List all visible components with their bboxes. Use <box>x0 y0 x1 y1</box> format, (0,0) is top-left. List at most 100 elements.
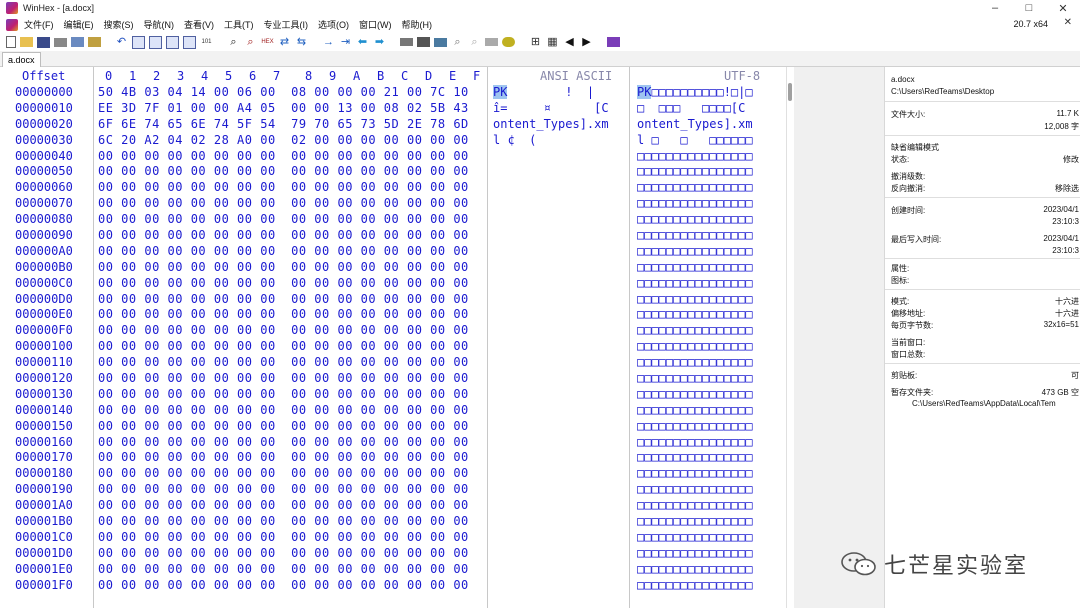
hex-row[interactable]: 00000170 00 00 00 00 00 00 00 00 00 00 00… <box>0 450 786 466</box>
row-hex-bytes[interactable]: 00 00 00 00 00 00 00 00 00 00 00 00 00 0… <box>98 323 469 339</box>
menu-options[interactable]: 选项(O) <box>318 18 349 31</box>
row-hex-bytes[interactable]: 50 4B 03 04 14 00 06 00 08 00 00 00 21 0… <box>98 85 469 101</box>
row-utf8-text[interactable]: □□□□□□□□□□□□□□□□ <box>637 546 753 562</box>
row-hex-bytes[interactable]: 6C 20 A2 04 02 28 A0 00 02 00 00 00 00 0… <box>98 133 469 149</box>
hex-row[interactable]: 00000000 50 4B 03 04 14 00 06 00 08 00 00… <box>0 85 786 101</box>
undo-icon[interactable]: ↶ <box>115 36 128 49</box>
row-hex-bytes[interactable]: 00 00 00 00 00 00 00 00 00 00 00 00 00 0… <box>98 180 469 196</box>
row-utf8-text[interactable]: □□□□□□□□□□□□□□□□ <box>637 530 753 546</box>
row-hex-bytes[interactable]: 00 00 00 00 00 00 00 00 00 00 00 00 00 0… <box>98 514 469 530</box>
row-hex-bytes[interactable]: 00 00 00 00 00 00 00 00 00 00 00 00 00 0… <box>98 546 469 562</box>
row-utf8-text[interactable]: □□□□□□□□□□□□□□□□ <box>637 562 753 578</box>
replace-text-icon[interactable]: HEX <box>261 36 274 49</box>
row-utf8-text[interactable]: □□□□□□□□□□□□□□□□ <box>637 276 753 292</box>
hex-row[interactable]: 000001C0 00 00 00 00 00 00 00 00 00 00 00… <box>0 530 786 546</box>
row-utf8-text[interactable]: □□□□□□□□□□□□□□□□ <box>637 244 753 260</box>
row-hex-bytes[interactable]: 00 00 00 00 00 00 00 00 00 00 00 00 00 0… <box>98 450 469 466</box>
open-folder-icon[interactable] <box>20 37 33 47</box>
row-utf8-text[interactable]: l □ □ □□□□□□ <box>637 133 753 149</box>
menu-file[interactable]: 文件(F) <box>24 18 54 31</box>
hex-row[interactable]: 000000C0 00 00 00 00 00 00 00 00 00 00 00… <box>0 276 786 292</box>
row-utf8-text[interactable]: □□□□□□□□□□□□□□□□ <box>637 419 753 435</box>
hex-row[interactable]: 000001E0 00 00 00 00 00 00 00 00 00 00 00… <box>0 562 786 578</box>
row-utf8-text[interactable]: □□□□□□□□□□□□□□□□ <box>637 292 753 308</box>
row-hex-bytes[interactable]: 00 00 00 00 00 00 00 00 00 00 00 00 00 0… <box>98 578 469 594</box>
hex-row[interactable]: 000000B0 00 00 00 00 00 00 00 00 00 00 00… <box>0 260 786 276</box>
print-icon[interactable] <box>54 37 67 47</box>
row-utf8-text[interactable]: □□□□□□□□□□□□□□□□ <box>637 578 753 594</box>
row-hex-bytes[interactable]: 00 00 00 00 00 00 00 00 00 00 00 00 00 0… <box>98 307 469 323</box>
new-file-icon[interactable] <box>6 36 16 48</box>
hex-row[interactable]: 00000040 00 00 00 00 00 00 00 00 00 00 00… <box>0 149 786 165</box>
row-utf8-text[interactable]: □□□□□□□□□□□□□□□□ <box>637 355 753 371</box>
row-utf8-text[interactable]: □□□□□□□□□□□□□□□□ <box>637 323 753 339</box>
hex-row[interactable]: 00000090 00 00 00 00 00 00 00 00 00 00 00… <box>0 228 786 244</box>
hex-row[interactable]: 00000030 6C 20 A2 04 02 28 A0 00 02 00 00… <box>0 133 786 149</box>
play-left-icon[interactable]: ◀ <box>563 36 576 49</box>
menu-pro-tools[interactable]: 专业工具(I) <box>264 18 309 31</box>
save-icon[interactable] <box>37 36 50 48</box>
menu-edit[interactable]: 编辑(E) <box>64 18 94 31</box>
play-right-icon[interactable]: ▶ <box>580 36 593 49</box>
row-utf8-text[interactable]: □□□□□□□□□□□□□□□□ <box>637 450 753 466</box>
row-hex-bytes[interactable]: 00 00 00 00 00 00 00 00 00 00 00 00 00 0… <box>98 371 469 387</box>
calculator-icon[interactable] <box>417 37 430 47</box>
menu-tools[interactable]: 工具(T) <box>224 18 254 31</box>
row-hex-bytes[interactable]: 00 00 00 00 00 00 00 00 00 00 00 00 00 0… <box>98 164 469 180</box>
row-utf8-text[interactable]: □□□□□□□□□□□□□□□□ <box>637 403 753 419</box>
close-button[interactable]: ✕ <box>1046 0 1080 16</box>
row-utf8-text[interactable]: □□□□□□□□□□□□□□□□ <box>637 164 753 180</box>
row-hex-bytes[interactable]: 00 00 00 00 00 00 00 00 00 00 00 00 00 0… <box>98 482 469 498</box>
row-hex-bytes[interactable]: 00 00 00 00 00 00 00 00 00 00 00 00 00 0… <box>98 212 469 228</box>
minimize-button[interactable]: – <box>978 0 1012 16</box>
menu-help[interactable]: 帮助(H) <box>402 18 433 31</box>
row-utf8-text[interactable]: □□□□□□□□□□□□□□□□ <box>637 466 753 482</box>
ram-editor-icon[interactable] <box>400 38 413 46</box>
hex-row[interactable]: 00000010 EE 3D 7F 01 00 00 A4 05 00 00 13… <box>0 101 786 117</box>
hex-row[interactable]: 00000070 00 00 00 00 00 00 00 00 00 00 00… <box>0 196 786 212</box>
zoom-icon[interactable] <box>434 37 447 47</box>
paste-icon[interactable] <box>166 35 179 49</box>
row-hex-bytes[interactable]: 00 00 00 00 00 00 00 00 00 00 00 00 00 0… <box>98 260 469 276</box>
hex-row[interactable]: 00000190 00 00 00 00 00 00 00 00 00 00 00… <box>0 482 786 498</box>
data-interpreter-icon[interactable] <box>485 38 498 46</box>
hex-row[interactable]: 000001B0 00 00 00 00 00 00 00 00 00 00 00… <box>0 514 786 530</box>
row-hex-bytes[interactable]: 00 00 00 00 00 00 00 00 00 00 00 00 00 0… <box>98 419 469 435</box>
hex-editor[interactable]: Offset 0 1 2 3 4 5 6 7 8 9 A B C D E F A… <box>0 67 786 608</box>
row-utf8-text[interactable]: □□□□□□□□□□□□□□□□ <box>637 435 753 451</box>
properties-icon[interactable] <box>71 37 84 47</box>
disk-editor-icon[interactable]: ➡ <box>373 36 386 49</box>
row-utf8-text[interactable]: □□□□□□□□□□□□□□□□ <box>637 307 753 323</box>
find-hex-icon[interactable]: ⌕ <box>244 36 257 49</box>
row-utf8-text[interactable]: □□□□□□□□□□□□□□□□ <box>637 196 753 212</box>
row-hex-bytes[interactable]: 00 00 00 00 00 00 00 00 00 00 00 00 00 0… <box>98 355 469 371</box>
row-hex-bytes[interactable]: EE 3D 7F 01 00 00 A4 05 00 00 13 00 08 0… <box>98 101 469 117</box>
row-hex-bytes[interactable]: 00 00 00 00 00 00 00 00 00 00 00 00 00 0… <box>98 466 469 482</box>
vertical-scrollbar[interactable] <box>786 67 794 608</box>
goto-sector-icon[interactable]: → <box>322 36 335 49</box>
row-hex-bytes[interactable]: 00 00 00 00 00 00 00 00 00 00 00 00 00 0… <box>98 276 469 292</box>
hex-row[interactable]: 000000A0 00 00 00 00 00 00 00 00 00 00 00… <box>0 244 786 260</box>
hex-row[interactable]: 00000060 00 00 00 00 00 00 00 00 00 00 00… <box>0 180 786 196</box>
hex-row[interactable]: 00000080 00 00 00 00 00 00 00 00 00 00 00… <box>0 212 786 228</box>
menu-view[interactable]: 查看(V) <box>184 18 214 31</box>
hex-row[interactable]: 00000140 00 00 00 00 00 00 00 00 00 00 00… <box>0 403 786 419</box>
hex-row[interactable]: 00000100 00 00 00 00 00 00 00 00 00 00 00… <box>0 339 786 355</box>
bookmark-icon[interactable]: ⌕ <box>451 36 464 49</box>
row-utf8-text[interactable]: □□□□□□□□□□□□□□□□ <box>637 149 753 165</box>
row-utf8-text[interactable]: □□□□□□□□□□□□□□□□ <box>637 260 753 276</box>
hex-row[interactable]: 00000180 00 00 00 00 00 00 00 00 00 00 00… <box>0 466 786 482</box>
hex-row[interactable]: 00000050 00 00 00 00 00 00 00 00 00 00 00… <box>0 164 786 180</box>
open-disk-icon[interactable] <box>88 37 101 47</box>
goto-offset-icon[interactable]: ⇆ <box>295 36 308 49</box>
document-window-icon[interactable] <box>6 18 18 31</box>
row-hex-bytes[interactable]: 00 00 00 00 00 00 00 00 00 00 00 00 00 0… <box>98 149 469 165</box>
row-hex-bytes[interactable]: 00 00 00 00 00 00 00 00 00 00 00 00 00 0… <box>98 403 469 419</box>
menu-search[interactable]: 搜索(S) <box>104 18 134 31</box>
forward-icon[interactable]: ⬅ <box>356 36 369 49</box>
row-hex-bytes[interactable]: 00 00 00 00 00 00 00 00 00 00 00 00 00 0… <box>98 292 469 308</box>
row-utf8-text[interactable]: □□□□□□□□□□□□□□□□ <box>637 212 753 228</box>
row-utf8-text[interactable]: PK□□□□□□□□□□!□|□ <box>637 85 753 101</box>
hex-row[interactable]: 000001F0 00 00 00 00 00 00 00 00 00 00 00… <box>0 578 786 594</box>
document-close-button[interactable]: ✕ <box>1064 17 1072 28</box>
